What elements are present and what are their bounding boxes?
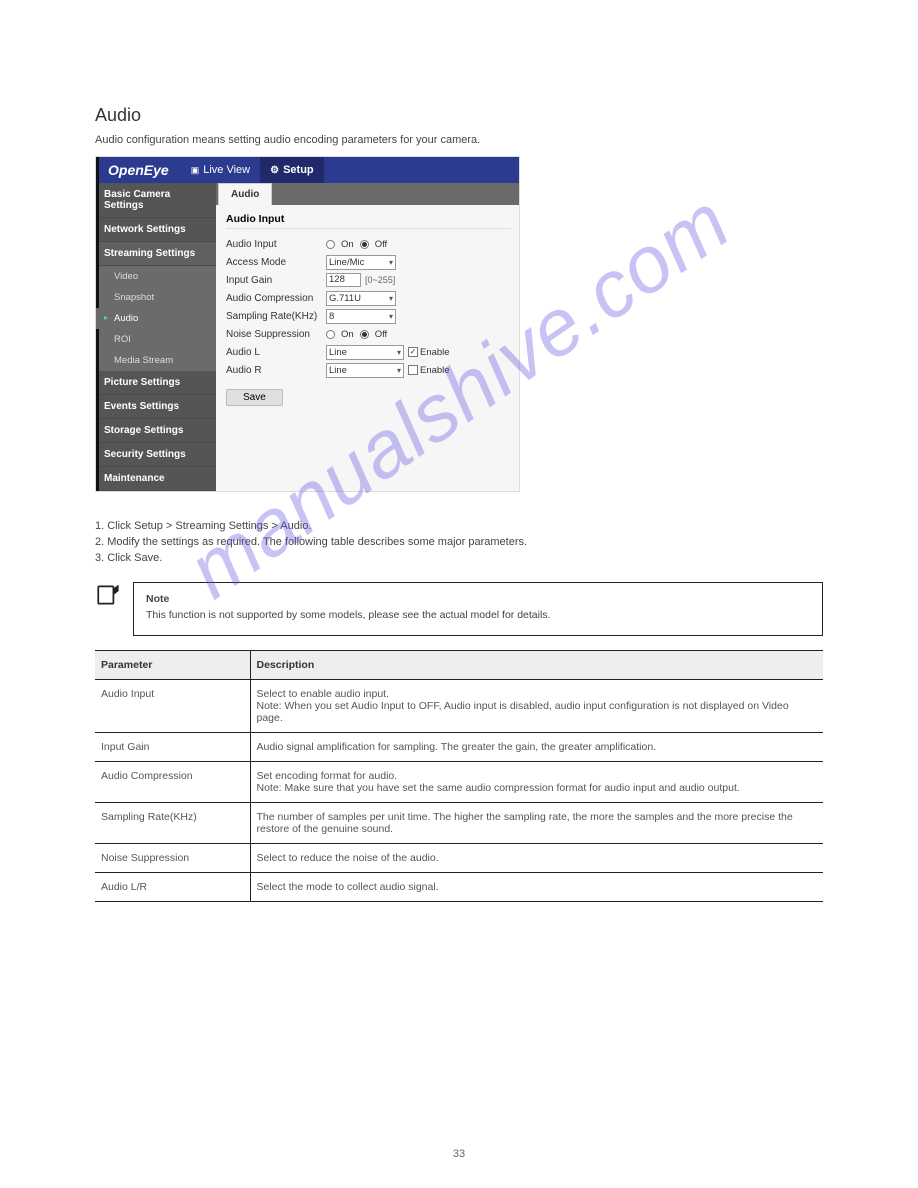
sidebar-item-maintenance[interactable]: Maintenance xyxy=(96,467,216,491)
table-row: Input Gain Audio signal amplification fo… xyxy=(95,733,823,762)
note-body: This function is not supported by some m… xyxy=(146,609,810,621)
col-parameter: Parameter xyxy=(95,651,250,680)
label-input-gain: Input Gain xyxy=(226,275,326,286)
table-row: Audio Compression Set encoding format fo… xyxy=(95,762,823,803)
sidebar-item-streaming[interactable]: Streaming Settings xyxy=(96,242,216,266)
config-screenshot: OpenEye Live View Setup Basic Camera Set… xyxy=(95,156,520,492)
table-row: Noise Suppression Select to reduce the n… xyxy=(95,844,823,873)
label-audio-r: Audio R xyxy=(226,365,326,376)
label-noise: Noise Suppression xyxy=(226,329,326,340)
sidebar-item-events[interactable]: Events Settings xyxy=(96,395,216,419)
desc-input-gain: Audio signal amplification for sampling.… xyxy=(250,733,823,762)
select-compression[interactable]: G.711U xyxy=(326,291,396,306)
note-box: Note This function is not supported by s… xyxy=(133,582,823,636)
page-number: 33 xyxy=(0,1148,918,1160)
nav-live-view-label: Live View xyxy=(203,164,250,176)
nav-setup[interactable]: Setup xyxy=(260,157,324,183)
label-audio-r-enable: Enable xyxy=(420,365,450,376)
label-audio-l-enable: Enable xyxy=(420,347,450,358)
param-noise: Noise Suppression xyxy=(95,844,250,873)
checkbox-audio-r-enable[interactable] xyxy=(408,365,418,375)
desc-audio-lr: Select the mode to collect audio signal. xyxy=(250,873,823,902)
radio-label-off: Off xyxy=(375,239,388,250)
sidebar-item-basic[interactable]: Basic Camera Settings xyxy=(96,183,216,218)
desc-compression: Set encoding format for audio. Note: Mak… xyxy=(250,762,823,803)
tab-audio[interactable]: Audio xyxy=(218,183,272,205)
tab-bar: Audio xyxy=(216,183,519,205)
label-access-mode: Access Mode xyxy=(226,257,326,268)
desc-audio-input: Select to enable audio input. Note: When… xyxy=(250,680,823,733)
brand-logo: OpenEye xyxy=(96,162,181,178)
step-1: 1. Click Setup > Streaming Settings > Au… xyxy=(95,520,823,532)
sidebar-sub-video[interactable]: Video xyxy=(96,266,216,287)
desc-sampling: The number of samples per unit time. The… xyxy=(250,803,823,844)
radio-audio-input-on[interactable] xyxy=(326,240,335,249)
param-input-gain: Input Gain xyxy=(95,733,250,762)
label-compression: Audio Compression xyxy=(226,293,326,304)
table-row: Audio Input Select to enable audio input… xyxy=(95,680,823,733)
nav-live-view[interactable]: Live View xyxy=(181,157,260,183)
group-audio-input: Audio Input xyxy=(226,213,511,229)
label-audio-input: Audio Input xyxy=(226,239,326,250)
sidebar-item-picture[interactable]: Picture Settings xyxy=(96,371,216,395)
radio-noise-off-label: Off xyxy=(375,329,388,340)
param-audio-lr: Audio L/R xyxy=(95,873,250,902)
step-list: 1. Click Setup > Streaming Settings > Au… xyxy=(95,520,823,564)
desc-noise: Select to reduce the noise of the audio. xyxy=(250,844,823,873)
label-sampling: Sampling Rate(KHz) xyxy=(226,311,326,322)
label-audio-l: Audio L xyxy=(226,347,326,358)
param-sampling: Sampling Rate(KHz) xyxy=(95,803,250,844)
page: Audio Audio configuration means setting … xyxy=(0,0,918,902)
sidebar-item-network[interactable]: Network Settings xyxy=(96,218,216,242)
sidebar-sub-snapshot[interactable]: Snapshot xyxy=(96,287,216,308)
note-icon xyxy=(95,582,121,613)
section-title: Audio xyxy=(95,105,823,126)
table-row: Audio L/R Select the mode to collect aud… xyxy=(95,873,823,902)
input-gain-field[interactable]: 128 xyxy=(326,273,361,287)
note-heading: Note xyxy=(146,593,810,605)
col-description: Description xyxy=(250,651,823,680)
section-caption: Audio configuration means setting audio … xyxy=(95,134,823,146)
sidebar-sub-audio[interactable]: Audio xyxy=(96,308,216,329)
app-header: OpenEye Live View Setup xyxy=(96,157,519,183)
radio-label-on: On xyxy=(341,239,354,250)
sidebar-item-security[interactable]: Security Settings xyxy=(96,443,216,467)
hint-input-gain: [0~255] xyxy=(365,275,395,285)
param-audio-input: Audio Input xyxy=(95,680,250,733)
radio-audio-input-off[interactable] xyxy=(360,240,369,249)
radio-noise-off[interactable] xyxy=(360,330,369,339)
step-3: 3. Click Save. xyxy=(95,552,823,564)
save-button[interactable]: Save xyxy=(226,389,283,406)
main-panel: Audio Audio Input Audio Input On Off Acc… xyxy=(216,183,519,491)
table-row: Sampling Rate(KHz) The number of samples… xyxy=(95,803,823,844)
select-access-mode[interactable]: Line/Mic xyxy=(326,255,396,270)
sidebar-sub-media-stream[interactable]: Media Stream xyxy=(96,350,216,371)
checkbox-audio-l-enable[interactable] xyxy=(408,347,418,357)
sidebar: Basic Camera Settings Network Settings S… xyxy=(96,183,216,491)
param-compression: Audio Compression xyxy=(95,762,250,803)
sidebar-item-storage[interactable]: Storage Settings xyxy=(96,419,216,443)
select-sampling[interactable]: 8 xyxy=(326,309,396,324)
step-2: 2. Modify the settings as required. The … xyxy=(95,536,823,548)
radio-noise-on-label: On xyxy=(341,329,354,340)
select-audio-r[interactable]: Line xyxy=(326,363,404,378)
sidebar-sub-roi[interactable]: ROI xyxy=(96,329,216,350)
select-audio-l[interactable]: Line xyxy=(326,345,404,360)
nav-setup-label: Setup xyxy=(283,164,314,176)
radio-noise-on[interactable] xyxy=(326,330,335,339)
parameters-table: Parameter Description Audio Input Select… xyxy=(95,650,823,902)
